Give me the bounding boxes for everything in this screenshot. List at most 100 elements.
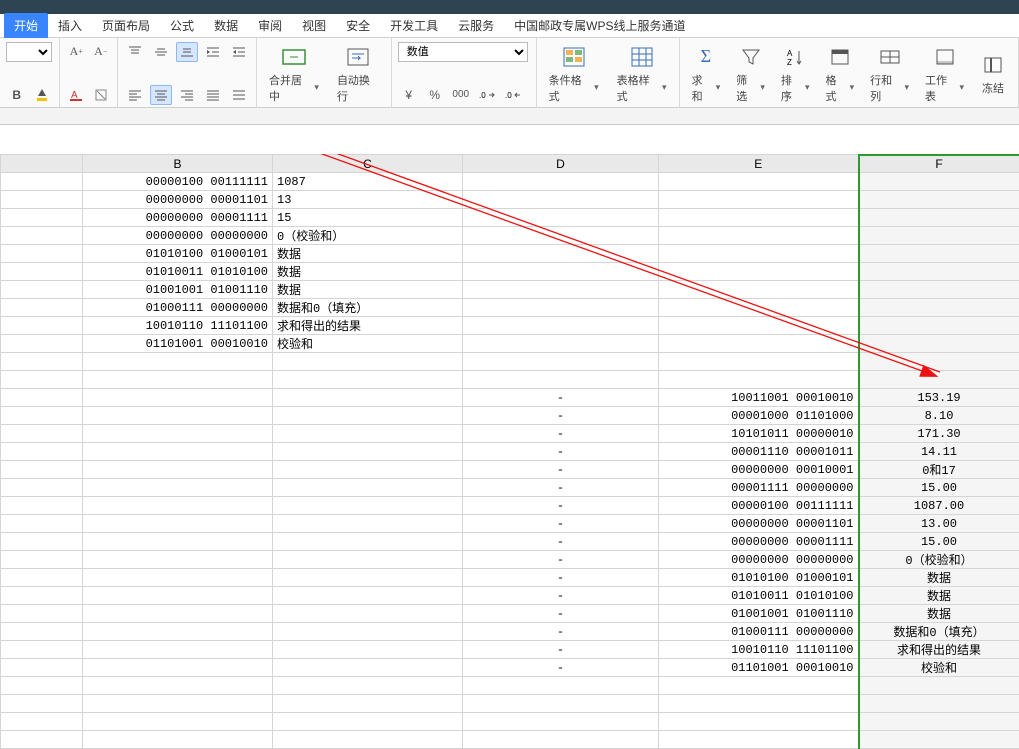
cell[interactable] <box>273 389 463 407</box>
cell[interactable] <box>659 371 859 389</box>
cell[interactable]: 00001111 00000000 <box>659 479 859 497</box>
font-size-select[interactable] <box>6 42 52 62</box>
cell[interactable] <box>463 353 659 371</box>
cell[interactable] <box>83 623 273 641</box>
cell[interactable] <box>659 713 859 731</box>
cell[interactable] <box>463 263 659 281</box>
row-col-button[interactable]: 行和列 <box>864 42 915 106</box>
cell[interactable] <box>859 731 1019 749</box>
cell[interactable] <box>463 227 659 245</box>
cell[interactable] <box>1 497 83 515</box>
cell[interactable]: 00000000 00000000 <box>659 551 859 569</box>
cell[interactable]: 数据 <box>859 605 1019 623</box>
col-header-F[interactable]: F <box>859 155 1019 173</box>
cell[interactable] <box>1 587 83 605</box>
percent-icon[interactable]: % <box>424 85 446 105</box>
cell[interactable]: 10010110 11101100 <box>83 317 273 335</box>
cell[interactable] <box>1 335 83 353</box>
table-style-button[interactable]: 表格样式 <box>611 42 673 106</box>
cell[interactable] <box>859 263 1019 281</box>
cell[interactable] <box>1 677 83 695</box>
cell[interactable]: 数据 <box>859 587 1019 605</box>
cell[interactable]: 00001110 00001011 <box>659 443 859 461</box>
cell[interactable]: 数据 <box>273 263 463 281</box>
cell[interactable] <box>659 281 859 299</box>
cell[interactable] <box>83 587 273 605</box>
cell[interactable]: - <box>463 425 659 443</box>
cell[interactable]: 1087 <box>273 173 463 191</box>
cell[interactable] <box>83 533 273 551</box>
cell[interactable] <box>1 731 83 749</box>
menu-tab-10[interactable]: 中国邮政专属WPS线上服务通道 <box>504 13 695 38</box>
cell[interactable]: - <box>463 569 659 587</box>
cell[interactable] <box>83 659 273 677</box>
cell[interactable] <box>859 695 1019 713</box>
sort-button[interactable]: AZ 排序 <box>775 42 816 106</box>
cell[interactable]: 00001000 01101000 <box>659 407 859 425</box>
menu-tab-7[interactable]: 安全 <box>336 13 380 38</box>
cell[interactable] <box>273 695 463 713</box>
cell[interactable] <box>659 335 859 353</box>
conditional-format-button[interactable]: 条件格式 <box>543 42 605 106</box>
cell[interactable] <box>83 443 273 461</box>
cell[interactable]: - <box>463 389 659 407</box>
cell[interactable] <box>659 263 859 281</box>
cell[interactable] <box>83 497 273 515</box>
cell[interactable]: 数据 <box>859 569 1019 587</box>
cell[interactable] <box>859 245 1019 263</box>
cell[interactable] <box>659 353 859 371</box>
cell[interactable] <box>83 551 273 569</box>
cell[interactable] <box>83 695 273 713</box>
cell[interactable] <box>83 605 273 623</box>
cell[interactable] <box>659 209 859 227</box>
cell[interactable] <box>859 209 1019 227</box>
cell[interactable] <box>83 425 273 443</box>
cell[interactable] <box>859 317 1019 335</box>
cell[interactable] <box>1 443 83 461</box>
cell[interactable] <box>1 371 83 389</box>
cell[interactable]: 15.00 <box>859 479 1019 497</box>
col-header-E[interactable]: E <box>659 155 859 173</box>
cell[interactable] <box>1 407 83 425</box>
cell[interactable]: 求和得出的结果 <box>273 317 463 335</box>
comma-icon[interactable]: 000 <box>450 85 472 105</box>
cell[interactable]: 数据和0（填充） <box>859 623 1019 641</box>
align-center-icon[interactable] <box>150 85 172 105</box>
cell[interactable] <box>83 515 273 533</box>
col-header-D[interactable]: D <box>463 155 659 173</box>
cell[interactable]: 01001001 01001110 <box>83 281 273 299</box>
cell[interactable]: 15 <box>273 209 463 227</box>
cell[interactable]: 数据 <box>273 281 463 299</box>
cell[interactable] <box>273 353 463 371</box>
cell[interactable]: 校验和 <box>273 335 463 353</box>
decrease-font-icon[interactable]: A− <box>91 42 112 62</box>
cell[interactable]: 0（校验和） <box>273 227 463 245</box>
cell[interactable]: 00000000 00001111 <box>659 533 859 551</box>
cell[interactable] <box>1 551 83 569</box>
bold-icon[interactable]: B <box>6 85 28 105</box>
cell[interactable] <box>463 335 659 353</box>
cell[interactable]: - <box>463 623 659 641</box>
cell[interactable] <box>463 299 659 317</box>
cell[interactable] <box>659 299 859 317</box>
menu-tab-1[interactable]: 插入 <box>48 13 92 38</box>
align-bottom-icon[interactable] <box>176 42 198 62</box>
cell[interactable]: 01010011 01010100 <box>83 263 273 281</box>
cell[interactable] <box>1 173 83 191</box>
cell[interactable]: 00000000 00001101 <box>659 515 859 533</box>
menu-tab-4[interactable]: 数据 <box>204 13 248 38</box>
cell[interactable] <box>1 263 83 281</box>
cell[interactable]: 00000000 00001101 <box>83 191 273 209</box>
align-top-icon[interactable] <box>124 42 146 62</box>
align-middle-icon[interactable] <box>150 42 172 62</box>
cell[interactable] <box>1 569 83 587</box>
cell[interactable]: 0和17 <box>859 461 1019 479</box>
cell[interactable] <box>463 371 659 389</box>
cell[interactable] <box>83 389 273 407</box>
col-header-A[interactable] <box>1 155 83 173</box>
formula-bar[interactable] <box>0 108 1019 125</box>
cell[interactable] <box>1 659 83 677</box>
cell[interactable]: 14.11 <box>859 443 1019 461</box>
autosum-button[interactable]: Σ 求和 <box>686 42 727 106</box>
cell[interactable] <box>273 479 463 497</box>
